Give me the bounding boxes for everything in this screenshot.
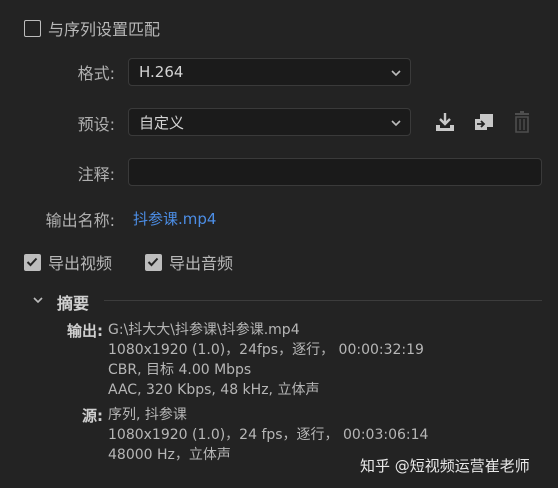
match-sequence-checkbox[interactable] bbox=[24, 19, 41, 37]
match-sequence-label: 与序列设置匹配 bbox=[48, 20, 161, 39]
preset-label: 预设: bbox=[77, 115, 115, 134]
preset-select[interactable]: 自定义 bbox=[128, 108, 411, 136]
summary-divider bbox=[104, 300, 542, 301]
output-name-label: 输出名称: bbox=[45, 211, 115, 230]
chevron-down-icon bbox=[391, 70, 401, 77]
chevron-down-icon bbox=[391, 120, 401, 127]
checkmark-icon bbox=[26, 257, 38, 266]
preset-value: 自定义 bbox=[139, 113, 185, 132]
summary-source-sequence: 序列, 抖参课 bbox=[108, 407, 187, 423]
export-audio-checkbox[interactable] bbox=[145, 253, 162, 271]
match-sequence-row: 与序列设置匹配 bbox=[24, 16, 160, 40]
collapse-chevron-icon[interactable] bbox=[32, 294, 44, 306]
summary-title: 摘要 bbox=[57, 294, 90, 313]
watermark-text: 知乎 @短视频运营崔老师 bbox=[360, 457, 530, 475]
delete-preset-icon[interactable] bbox=[511, 110, 533, 134]
format-select[interactable]: H.264 bbox=[128, 58, 411, 86]
summary-source-key: 源: bbox=[82, 407, 103, 425]
comments-input[interactable] bbox=[128, 158, 542, 186]
export-video-checkbox[interactable] bbox=[24, 253, 41, 271]
output-name-link[interactable]: 抖参课.mp4 bbox=[133, 208, 216, 229]
summary-output-video: 1080x1920 (1.0)，24fps，逐行， 00:00:32:19 bbox=[108, 342, 424, 358]
export-audio-label: 导出音频 bbox=[169, 254, 234, 273]
comments-label: 注释: bbox=[77, 165, 115, 184]
summary-output-path: G:\抖大大\抖参课\抖参课.mp4 bbox=[108, 322, 300, 338]
save-preset-icon[interactable] bbox=[433, 110, 457, 134]
checkmark-icon bbox=[147, 257, 159, 266]
export-video-row: 导出视频 bbox=[24, 250, 112, 274]
import-preset-icon[interactable] bbox=[472, 110, 496, 134]
summary-output-bitrate: CBR, 目标 4.00 Mbps bbox=[108, 362, 252, 378]
summary-source-video: 1080x1920 (1.0)，24 fps，逐行， 00:03:06:14 bbox=[108, 427, 429, 443]
summary-output-audio: AAC, 320 Kbps, 48 kHz, 立体声 bbox=[108, 382, 320, 398]
format-value: H.264 bbox=[139, 63, 184, 81]
format-label: 格式: bbox=[77, 64, 115, 83]
export-audio-row: 导出音频 bbox=[145, 250, 233, 274]
summary-output-key: 输出: bbox=[67, 322, 103, 340]
summary-output-block: G:\抖大大\抖参课\抖参课.mp4 1080x1920 (1.0)，24fps… bbox=[108, 320, 424, 400]
export-video-label: 导出视频 bbox=[48, 254, 113, 273]
